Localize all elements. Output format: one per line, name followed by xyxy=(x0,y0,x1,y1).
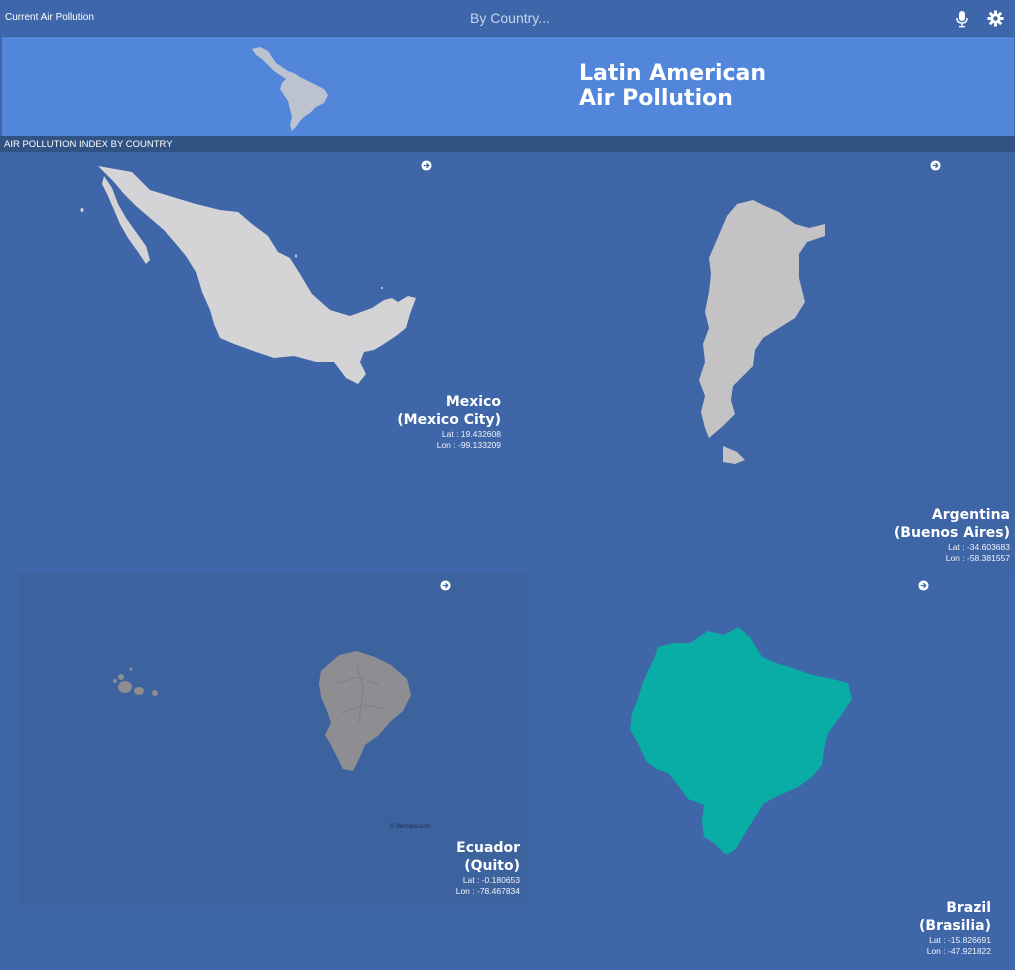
country-info-ecuador: Ecuador (Quito) Lat : -0.180653 Lon : -7… xyxy=(456,839,520,897)
microphone-icon[interactable] xyxy=(955,10,969,28)
arrow-right-icon[interactable] xyxy=(918,580,929,591)
longitude: Lon : -58.381557 xyxy=(945,553,1010,563)
map-credit: © Vemaps.com xyxy=(390,824,431,830)
latitude: Lat : 19.432608 xyxy=(441,429,501,439)
capital-name: (Brasilia) xyxy=(919,918,991,934)
title-line-2: Air Pollution xyxy=(579,86,733,111)
section-header: AIR POLLUTION INDEX BY COUNTRY xyxy=(0,136,1015,152)
arrow-right-icon[interactable] xyxy=(440,580,451,591)
arrow-right-icon[interactable] xyxy=(930,160,941,171)
capital-name: (Quito) xyxy=(464,858,520,874)
country-card-argentina[interactable]: Argentina (Buenos Aires) Lat : -34.60368… xyxy=(509,152,1015,571)
capital-name: (Buenos Aires) xyxy=(893,525,1010,541)
latitude: Lat : -0.180653 xyxy=(462,875,520,885)
section-title: AIR POLLUTION INDEX BY COUNTRY xyxy=(4,139,173,150)
page-title: Latin American Air Pollution xyxy=(579,61,766,111)
country-info-brazil: Brazil (Brasilia) Lat : -15.826691 Lon :… xyxy=(919,899,991,957)
country-card-mexico[interactable]: Mexico (Mexico City) Lat : 19.432608 Lon… xyxy=(0,152,509,571)
country-info-argentina: Argentina (Buenos Aires) Lat : -34.60368… xyxy=(894,506,1010,564)
country-search-input[interactable]: By Country... xyxy=(350,10,670,26)
country-name: Mexico xyxy=(445,394,501,410)
country-card-brazil[interactable]: Brazil (Brasilia) Lat : -15.826691 Lon :… xyxy=(528,573,1015,967)
country-info-mexico: Mexico (Mexico City) Lat : 19.432608 Lon… xyxy=(397,393,501,451)
mexico-map xyxy=(80,166,416,384)
longitude: Lon : -78.467834 xyxy=(455,886,520,896)
title-line-1: Latin American xyxy=(579,61,767,86)
country-name: Brazil xyxy=(946,900,991,916)
latitude: Lat : -15.826691 xyxy=(929,935,991,945)
arrow-right-icon[interactable] xyxy=(421,160,432,171)
banner: Latin American Air Pollution xyxy=(2,37,1014,136)
top-bar: Current Air Pollution By Country... xyxy=(0,0,1015,37)
app-title: Current Air Pollution xyxy=(5,12,94,23)
longitude: Lon : -99.133209 xyxy=(436,440,501,450)
latitude: Lat : -34.603683 xyxy=(948,542,1010,552)
country-name: Ecuador xyxy=(456,840,520,856)
ecuador-map xyxy=(113,651,411,771)
longitude: Lon : -47.921822 xyxy=(926,946,991,956)
latin-america-map-icon xyxy=(252,47,328,131)
country-name: Argentina xyxy=(931,507,1010,523)
country-card-ecuador[interactable]: © Vemaps.com Ecuador (Quito) Lat : -0.18… xyxy=(19,573,528,905)
gear-icon[interactable] xyxy=(987,10,1004,27)
capital-name: (Mexico City) xyxy=(397,412,501,428)
